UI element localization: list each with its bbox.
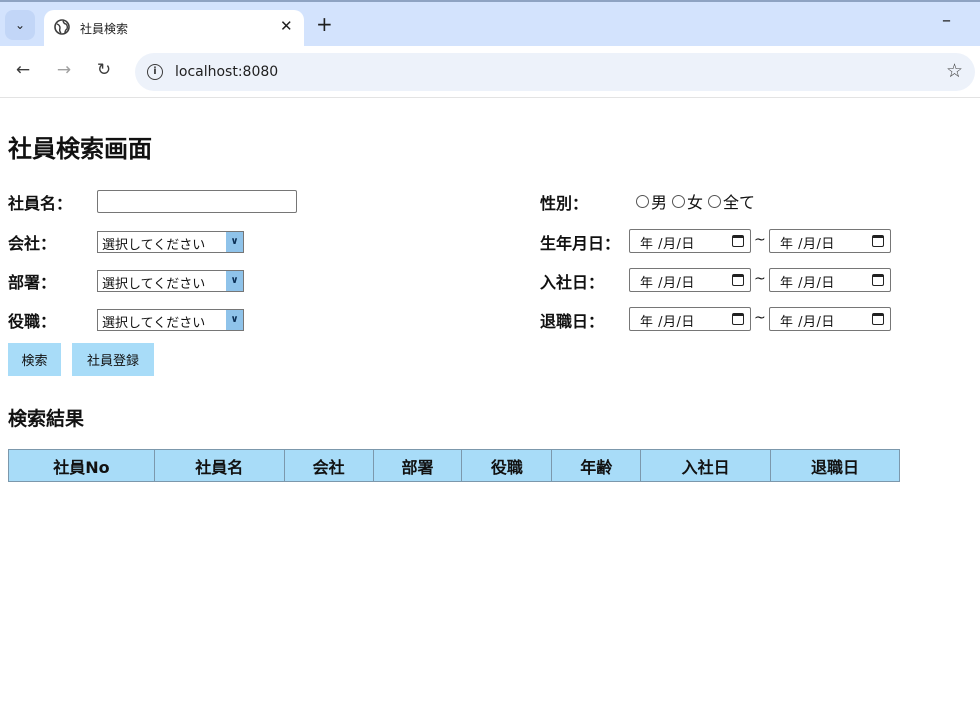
bookmark-star-icon[interactable]: ☆ — [946, 60, 963, 82]
page-title: 社員検索画面 — [8, 135, 152, 163]
site-info-icon[interactable]: i — [147, 64, 163, 80]
gender-male-radio[interactable] — [636, 194, 649, 208]
birth-date-from-placeholder: 年 /月/日 — [640, 237, 695, 252]
column-header-hire-date: 入社日 — [640, 449, 772, 482]
chevron-down-icon: ∨ — [226, 271, 243, 291]
chevron-down-icon: ⌄ — [14, 18, 26, 32]
hire-date-from-input[interactable]: 年 /月/日 — [629, 268, 751, 292]
column-header-position: 役職 — [461, 449, 553, 482]
gender-label: 性別： — [540, 194, 589, 213]
gender-all-radio[interactable] — [708, 194, 722, 208]
browser-tab[interactable]: 社員検索 ✕ — [44, 10, 304, 48]
position-label: 役職： — [8, 312, 57, 331]
chevron-down-icon: ∨ — [226, 232, 243, 252]
new-tab-button[interactable]: + — [316, 12, 333, 36]
register-employee-button[interactable]: 社員登録 — [72, 343, 154, 376]
results-table: 社員No 社員名 会社 部署 役職 年齢 入社日 退職日 — [8, 449, 900, 482]
calendar-icon[interactable] — [732, 274, 744, 286]
gender-female-radio[interactable] — [672, 194, 686, 208]
gender-radio-group: 男 女 全て — [634, 189, 758, 213]
reload-icon[interactable]: ↻ — [93, 60, 115, 80]
calendar-icon[interactable] — [732, 313, 744, 325]
retire-date-from-placeholder: 年 /月/日 — [640, 315, 695, 330]
back-arrow-icon[interactable]: ← — [12, 60, 34, 80]
range-separator: ~ — [754, 232, 766, 248]
column-header-age: 年齢 — [551, 449, 642, 482]
column-header-employee-name: 社員名 — [153, 449, 285, 482]
company-label: 会社： — [8, 234, 57, 253]
tab-strip: ⌄ 社員検索 ✕ + – — [0, 0, 980, 48]
birth-date-from-input[interactable]: 年 /月/日 — [629, 229, 751, 253]
column-header-company: 会社 — [283, 449, 374, 482]
calendar-icon[interactable] — [732, 235, 744, 247]
gender-male-label: 男 — [651, 193, 668, 212]
retire-date-to-placeholder: 年 /月/日 — [780, 315, 835, 330]
employee-name-label: 社員名： — [8, 194, 73, 213]
forward-arrow-icon[interactable]: → — [53, 60, 75, 80]
results-title: 検索結果 — [8, 408, 85, 430]
browser-toolbar: ← → ↻ i localhost:8080 ☆ — [0, 46, 980, 98]
company-select-value: 選択してください — [102, 238, 206, 253]
birth-date-to-input[interactable]: 年 /月/日 — [769, 229, 891, 253]
hire-date-from-placeholder: 年 /月/日 — [640, 276, 695, 291]
calendar-icon[interactable] — [872, 313, 884, 325]
position-select[interactable]: 選択してください ∨ — [97, 309, 244, 331]
tab-search-button[interactable]: ⌄ — [5, 10, 35, 40]
gender-female-label: 女 — [687, 193, 704, 212]
close-tab-icon[interactable]: ✕ — [280, 17, 293, 35]
address-bar[interactable]: i localhost:8080 ☆ — [135, 53, 975, 91]
department-label: 部署： — [8, 273, 57, 292]
birth-date-label: 生年月日： — [540, 234, 621, 253]
url-text[interactable]: localhost:8080 — [175, 64, 278, 80]
department-select-value: 選択してください — [102, 277, 206, 292]
calendar-icon[interactable] — [872, 274, 884, 286]
search-button[interactable]: 検索 — [8, 343, 61, 376]
column-header-department: 部署 — [372, 449, 463, 482]
column-header-employee-no: 社員No — [8, 449, 155, 482]
employee-name-input[interactable] — [97, 190, 297, 213]
retire-date-label: 退職日： — [540, 312, 605, 331]
hire-date-label: 入社日： — [540, 273, 605, 292]
gender-all-label: 全て — [723, 193, 756, 212]
range-separator: ~ — [754, 271, 766, 287]
birth-date-to-placeholder: 年 /月/日 — [780, 237, 835, 252]
calendar-icon[interactable] — [872, 235, 884, 247]
hire-date-to-input[interactable]: 年 /月/日 — [769, 268, 891, 292]
hire-date-to-placeholder: 年 /月/日 — [780, 276, 835, 291]
retire-date-to-input[interactable]: 年 /月/日 — [769, 307, 891, 331]
page-content: 社員検索画面 社員名： 会社： 選択してください ∨ 部署： 選択してください … — [0, 99, 980, 724]
company-select[interactable]: 選択してください ∨ — [97, 231, 244, 253]
retire-date-from-input[interactable]: 年 /月/日 — [629, 307, 751, 331]
range-separator: ~ — [754, 310, 766, 326]
tab-title: 社員検索 — [80, 22, 129, 36]
globe-icon — [54, 19, 70, 35]
chevron-down-icon: ∨ — [226, 310, 243, 330]
column-header-retire-date: 退職日 — [770, 449, 900, 482]
table-header-row: 社員No 社員名 会社 部署 役職 年齢 入社日 退職日 — [8, 449, 900, 482]
position-select-value: 選択してください — [102, 316, 206, 331]
minimize-window-button[interactable]: – — [942, 10, 951, 31]
department-select[interactable]: 選択してください ∨ — [97, 270, 244, 292]
